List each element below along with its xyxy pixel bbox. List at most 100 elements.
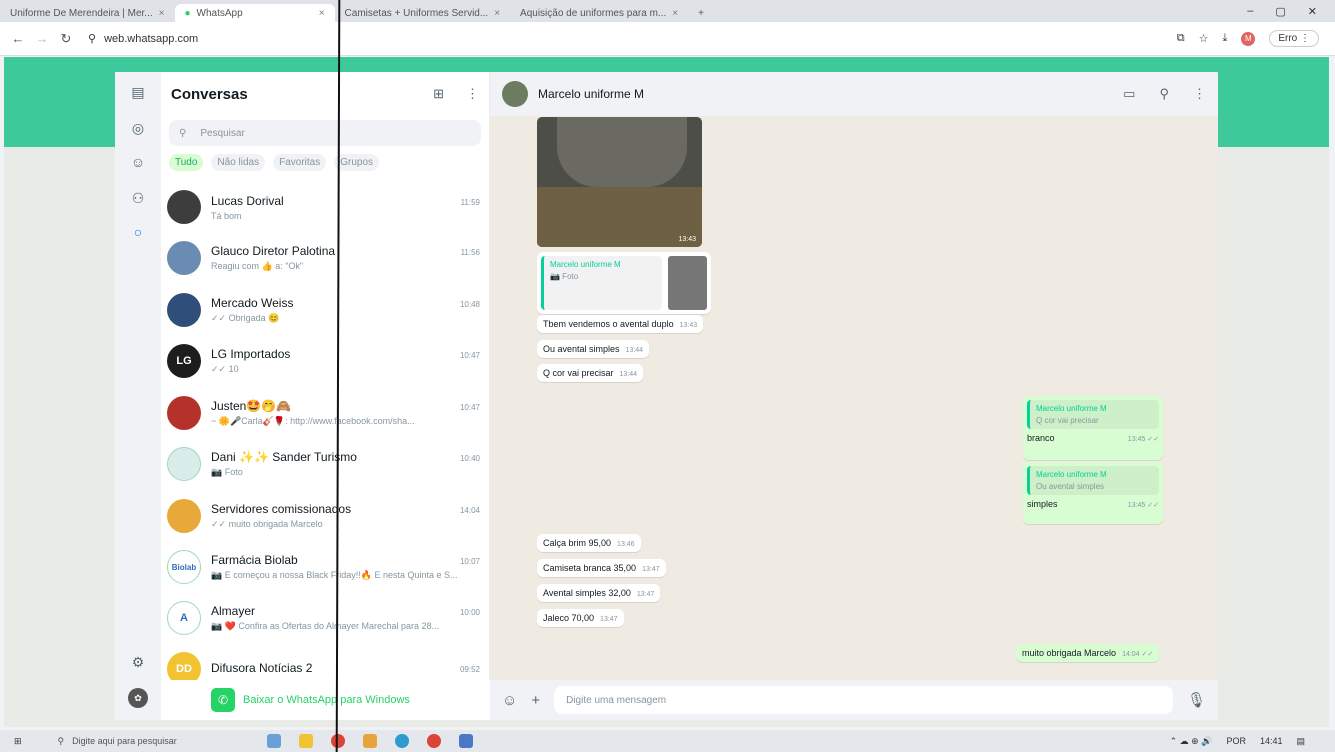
chat-time: 10:48 — [459, 300, 480, 309]
channels-icon[interactable]: ☺ — [128, 152, 148, 172]
chat-list-panel: Conversas ⊞ ⋮ ⚲ Pesquisar Tudo Não lidas… — [161, 72, 490, 720]
browser-tab[interactable]: Aquisição de uniformes para m... × — [510, 4, 688, 22]
filter-all[interactable]: Tudo — [169, 154, 204, 171]
incoming-message[interactable]: Avental simples 32,00 13:47 — [537, 584, 661, 602]
windows-start-icon[interactable]: ⊞ — [14, 736, 22, 747]
filter-favorites[interactable]: Favoritas — [273, 154, 327, 171]
contact-avatar[interactable] — [502, 81, 528, 107]
app-icon[interactable] — [362, 734, 377, 748]
site-settings-icon[interactable]: ⚲ — [88, 32, 96, 45]
close-icon[interactable]: × — [672, 8, 678, 19]
outgoing-message[interactable]: muito obrigada Marcelo 14:04 ✓✓ — [1016, 644, 1160, 662]
microphone-icon[interactable]: 🎙 — [1187, 691, 1206, 709]
install-app-icon[interactable]: ⧉ — [1177, 32, 1185, 45]
incoming-message[interactable]: Jaleco 70,00 13:47 — [537, 609, 624, 627]
chat-list-item[interactable]: Glauco Diretor Palotina 11:56 Reagiu com 👍… — [115, 233, 490, 283]
message-time: 13:43 — [679, 322, 698, 329]
window-controls: – ▢ ✕ — [1247, 5, 1335, 18]
taskbar-search[interactable]: ⚲ Digite aqui para pesquisar — [58, 736, 177, 747]
incoming-message[interactable]: Camiseta branca 35,00 13:47 — [537, 559, 666, 577]
close-icon[interactable]: × — [494, 8, 500, 19]
chat-list-item[interactable]: Servidores comissionados 14:04 ✓✓ muito ob… — [115, 491, 490, 541]
edge-icon[interactable] — [394, 734, 409, 748]
search-input[interactable]: ⚲ Pesquisar — [169, 120, 481, 146]
task-view-icon[interactable] — [266, 734, 281, 748]
chat-list-item[interactable]: Dani ✨✨ Sander Turismo 10:40 📷 Foto — [115, 439, 490, 489]
avatar[interactable] — [167, 293, 201, 327]
error-button[interactable]: Erro ⋮ — [1269, 30, 1319, 47]
menu-icon[interactable]: ⋮ — [466, 86, 479, 102]
minimize-icon[interactable]: – — [1247, 5, 1253, 18]
new-chat-icon[interactable]: ⊞ — [433, 86, 444, 102]
photo-message[interactable]: 13:43 — [537, 117, 702, 247]
conversation-header[interactable]: Marcelo uniforme M ▭ ⚲ ⋮ — [490, 72, 1218, 116]
chat-list-item[interactable]: A Almayer 10:00 📷 ❤️ Confira as Ofertas do … — [115, 593, 490, 643]
avatar[interactable] — [167, 447, 201, 481]
message-placeholder: Digite uma mensagem — [566, 694, 667, 706]
quoted-message[interactable]: Marcelo uniforme M Ou avental simples — [1027, 466, 1159, 495]
filter-groups[interactable]: Grupos — [334, 154, 380, 171]
avatar[interactable]: LG — [167, 344, 201, 378]
bookmark-star-icon[interactable]: ☆ — [1199, 32, 1209, 45]
browser-tab[interactable]: Uniforme De Merendeira | Mer... × — [0, 4, 175, 22]
browser-tab[interactable]: Camisetas + Uniformes Servid... × — [335, 4, 511, 22]
profile-avatar[interactable]: M — [1241, 31, 1256, 46]
clock[interactable]: 14:41 — [1260, 736, 1283, 747]
video-call-icon[interactable]: ▭ — [1123, 86, 1135, 102]
close-icon[interactable]: × — [159, 8, 165, 19]
chats-icon[interactable]: ▤ — [128, 82, 148, 102]
incoming-message[interactable]: Q cor vai precisar 13:44 — [537, 364, 644, 382]
incoming-message[interactable]: Tbem vendemos o avental duplo 13:43 — [537, 315, 704, 333]
incoming-message[interactable]: Calça brim 95,00 13:46 — [537, 534, 641, 552]
contact-name[interactable]: Marcelo uniforme M — [538, 87, 644, 101]
avatar[interactable]: A — [167, 601, 201, 635]
reload-icon[interactable]: ↻ — [54, 31, 78, 47]
page-title: Conversas — [171, 85, 248, 103]
filter-unread[interactable]: Não lidas — [211, 154, 266, 171]
outgoing-message[interactable]: Marcelo uniforme M Ou avental simples si… — [1023, 462, 1163, 524]
chat-last-message: ✓✓ Obrigada 😊 — [211, 313, 280, 323]
incoming-message[interactable]: Ou avental simples 13:44 — [537, 340, 650, 358]
browser-tab-whatsapp[interactable]: ● WhatsApp × — [174, 4, 335, 22]
close-window-icon[interactable]: ✕ — [1308, 5, 1317, 18]
chat-list-item[interactable]: Justen🤩🤭🙈 10:47 ~ 🌼🎤Carla🎸🌹: http://www.fa… — [115, 388, 490, 438]
chat-list-item[interactable]: Biolab Farmácia Biolab 10:07 📷 E começou a … — [115, 542, 490, 592]
chat-name: Lucas Dorival — [211, 193, 284, 208]
avatar[interactable] — [167, 396, 201, 430]
emoji-icon[interactable]: ☺ — [502, 692, 517, 709]
search-icon[interactable]: ⚲ — [1159, 86, 1169, 102]
tab-label: Camisetas + Uniformes Servid... — [344, 7, 489, 19]
notifications-icon[interactable]: ▤ — [1296, 736, 1305, 747]
download-icon[interactable]: ⤓ — [1222, 32, 1227, 45]
menu-icon[interactable]: ⋮ — [1193, 86, 1206, 102]
download-app-banner[interactable]: ✆ Baixar o WhatsApp para Windows — [161, 680, 490, 720]
chrome-icon[interactable] — [426, 734, 441, 748]
chat-time: 10:40 — [459, 454, 480, 463]
close-icon[interactable]: × — [319, 8, 325, 19]
reply-message[interactable]: Marcelo uniforme M 📷 Foto — [537, 252, 711, 314]
avatar[interactable]: Biolab — [167, 550, 201, 584]
chat-list-item[interactable]: LG LG Importados 10:47 ✓✓ 10 — [115, 336, 490, 386]
maximize-icon[interactable]: ▢ — [1275, 5, 1285, 18]
back-icon[interactable]: ← — [6, 31, 30, 46]
new-tab-button[interactable]: + — [688, 4, 714, 22]
attach-plus-icon[interactable]: + — [531, 692, 540, 709]
url-field[interactable]: ⚲ web.whatsapp.com — [88, 32, 198, 46]
download-app-link[interactable]: Baixar o WhatsApp para Windows — [243, 694, 410, 706]
file-explorer-icon[interactable] — [298, 734, 313, 748]
message-input[interactable]: Digite uma mensagem — [554, 686, 1173, 714]
avatar[interactable] — [167, 241, 201, 275]
store-icon[interactable] — [458, 734, 473, 748]
chat-last-message: Reagiu com 👍 a: "Ok" — [211, 261, 304, 271]
chat-list-item[interactable]: Mercado Weiss 10:48 ✓✓ Obrigada 😊 — [115, 285, 490, 335]
tray-icons[interactable]: ⌃ ☁ ⊕ 🔊 — [1170, 736, 1213, 747]
quoted-message[interactable]: Marcelo uniforme M 📷 Foto — [541, 256, 662, 310]
forward-icon[interactable]: → — [30, 31, 54, 46]
quoted-message[interactable]: Marcelo uniforme M Q cor vai precisar — [1027, 400, 1159, 429]
status-icon[interactable]: ◎ — [128, 118, 148, 138]
outgoing-message[interactable]: Marcelo uniforme M Q cor vai precisar br… — [1023, 396, 1163, 460]
language-indicator[interactable]: POR — [1226, 736, 1246, 747]
chat-list-item[interactable]: Lucas Dorival 11:59 Tá bom — [115, 182, 490, 232]
avatar[interactable] — [167, 190, 201, 224]
avatar[interactable] — [167, 499, 201, 533]
